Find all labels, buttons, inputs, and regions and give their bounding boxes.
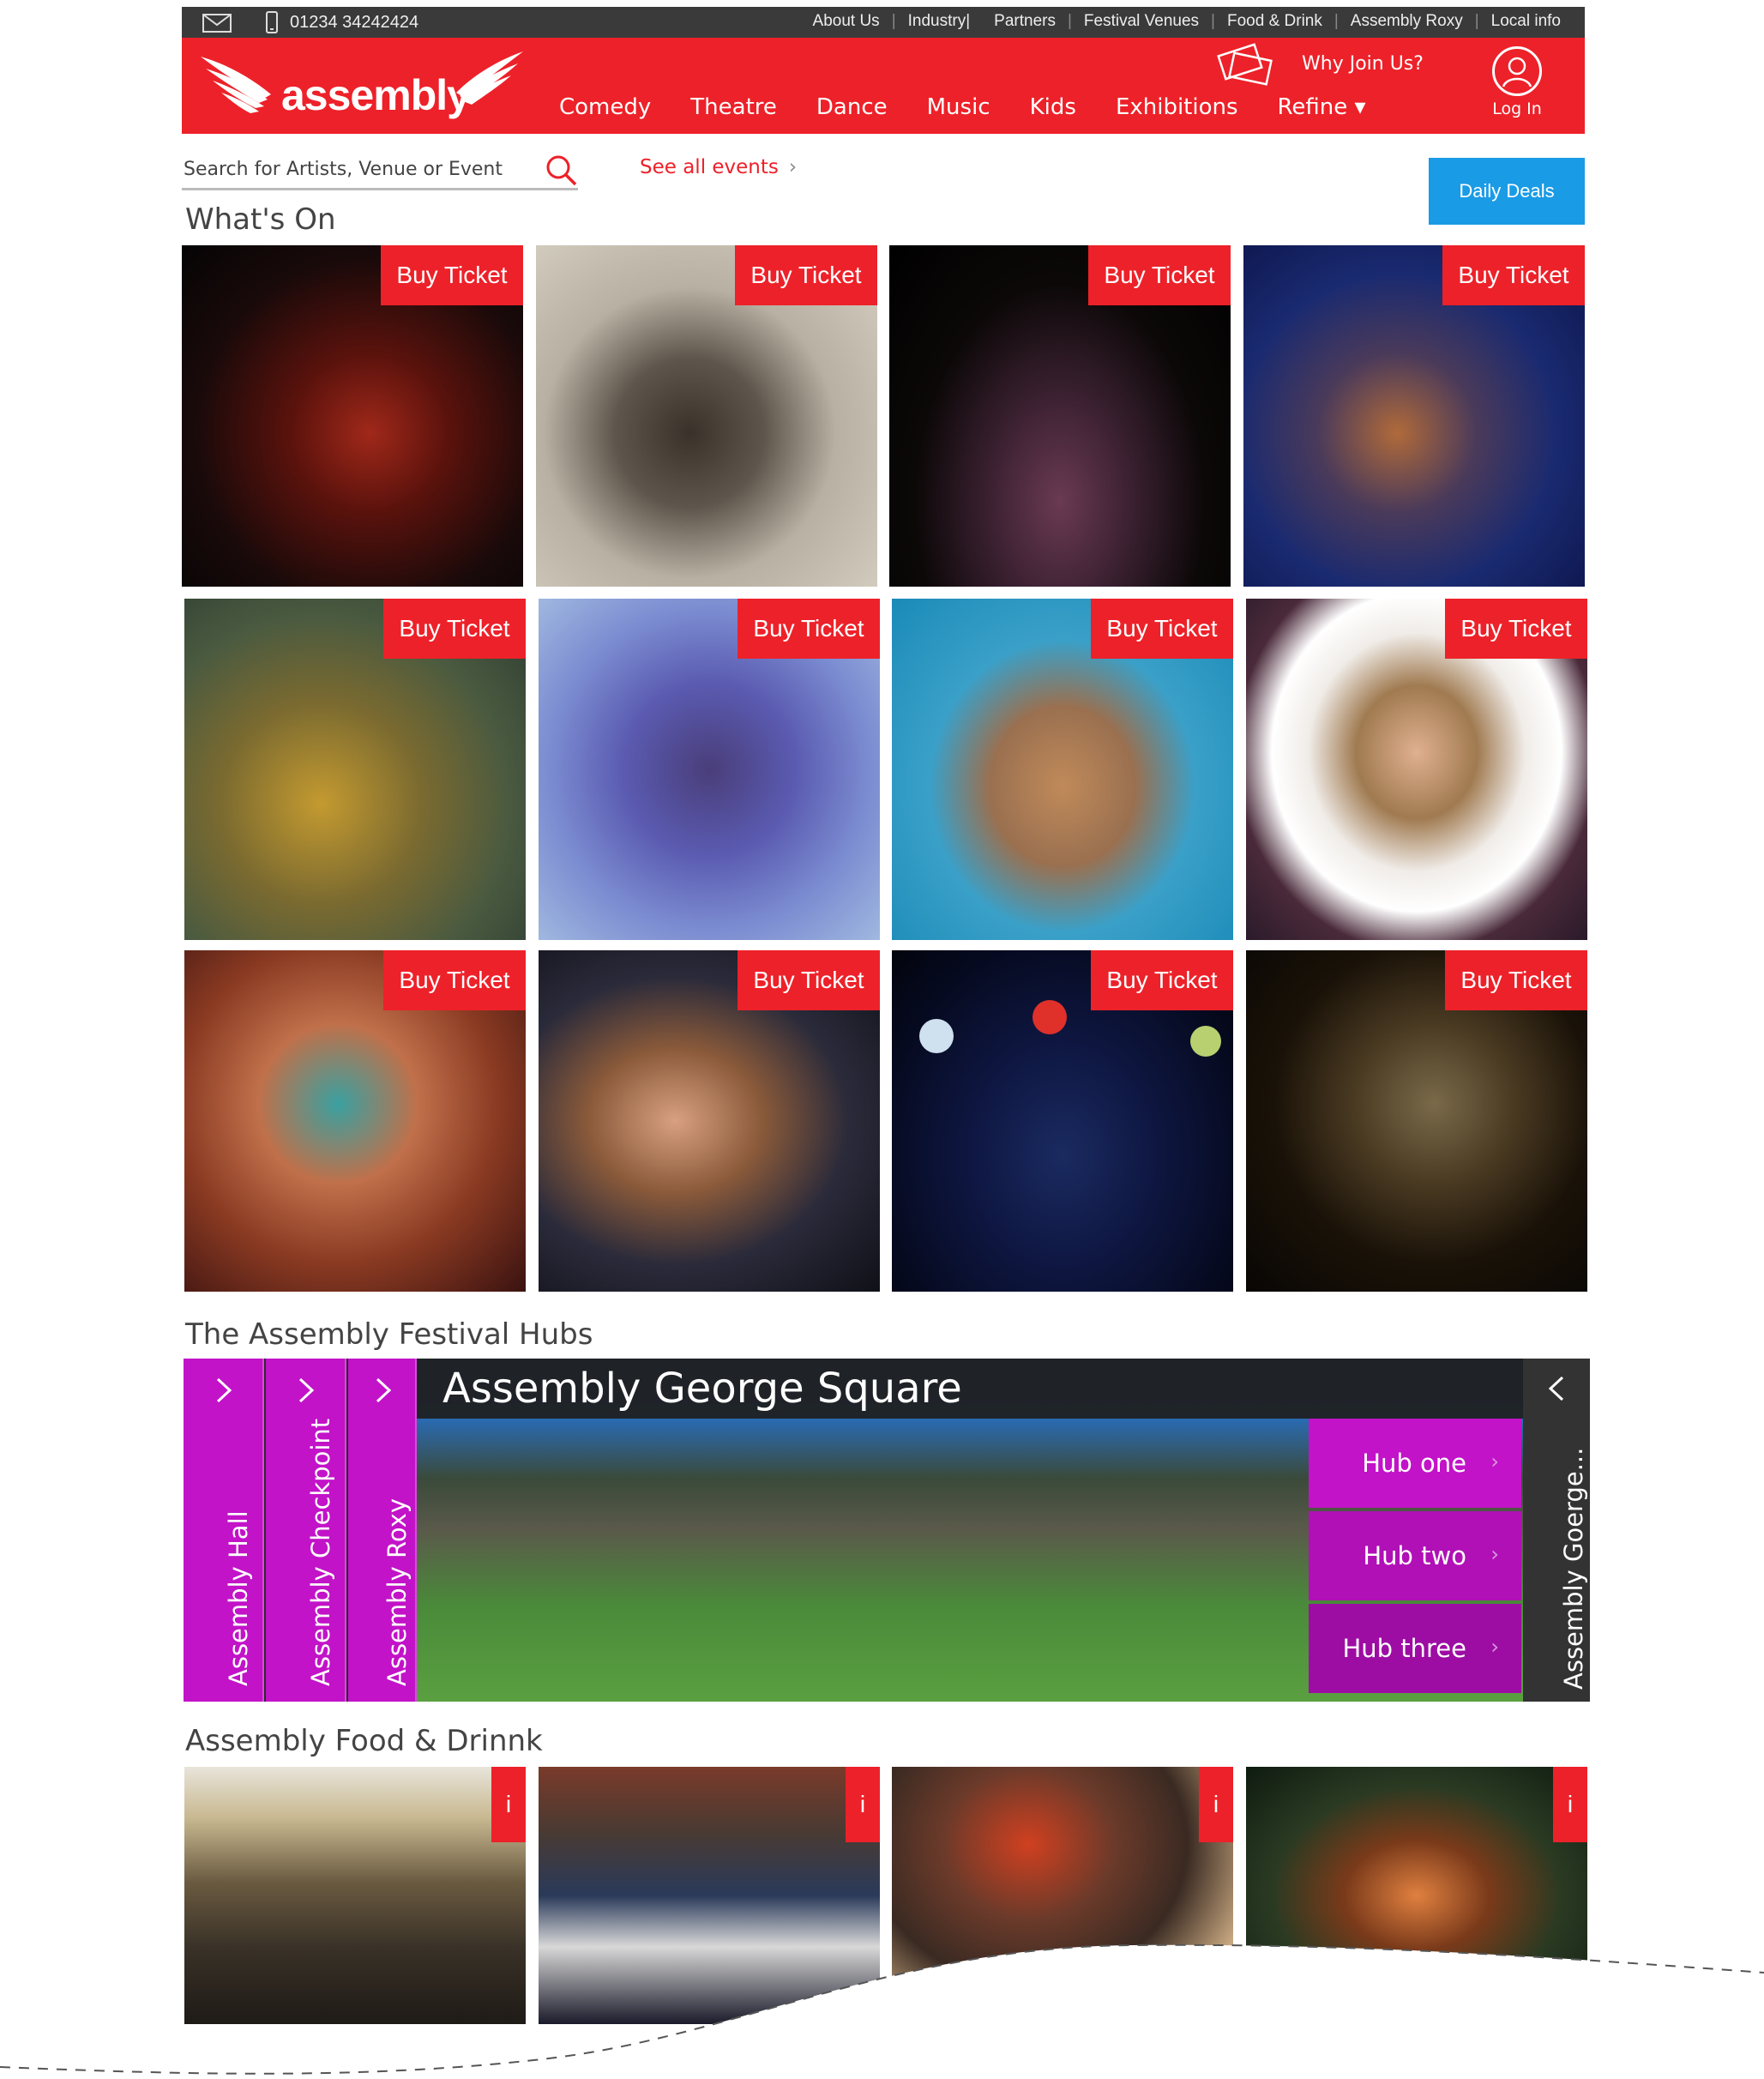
main-nav: Comedy Theatre Dance Music Kids Exhibiti… — [559, 94, 1406, 120]
event-tile[interactable]: Buy Ticket — [1243, 245, 1585, 587]
event-tile[interactable]: Buy Ticket — [889, 245, 1231, 587]
chevron-right-icon: › — [1490, 1635, 1499, 1659]
chevron-right-icon — [216, 1377, 232, 1403]
ticket-icon — [1217, 43, 1273, 86]
site-header: assembly Why Join Us? Comedy Theatre Dan… — [182, 38, 1585, 134]
nav-theatre[interactable]: Theatre — [690, 94, 777, 120]
buy-ticket-button[interactable]: Buy Ticket — [1088, 245, 1231, 305]
util-link-food[interactable]: Food & Drink — [1215, 12, 1334, 31]
food-title: Assembly Food & Drinnk — [185, 1724, 543, 1758]
hub-button-label: Hub one — [1362, 1449, 1466, 1478]
hub-one-button[interactable]: Hub one › — [1309, 1419, 1521, 1508]
event-tile[interactable]: Buy Ticket — [892, 599, 1233, 940]
chevron-right-icon — [298, 1377, 315, 1403]
search-icon[interactable] — [544, 153, 578, 187]
chevron-right-icon: › — [1490, 1449, 1499, 1473]
event-tile[interactable]: Buy Ticket — [182, 245, 523, 587]
nav-music[interactable]: Music — [927, 94, 990, 120]
torn-edge-decoration — [0, 1943, 1764, 2079]
buy-ticket-button[interactable]: Buy Ticket — [1445, 599, 1587, 659]
buy-ticket-button[interactable]: Buy Ticket — [1442, 245, 1585, 305]
festival-hubs-panel: Assembly Hall Assembly Checkpoint Assemb… — [184, 1359, 1590, 1702]
login-label: Log In — [1492, 99, 1542, 118]
event-tile[interactable]: Buy Ticket — [892, 950, 1233, 1292]
hub-button-label: Hub three — [1342, 1634, 1466, 1663]
event-tile[interactable]: Buy Ticket — [184, 950, 526, 1292]
event-tile[interactable]: Buy Ticket — [1246, 950, 1587, 1292]
buy-ticket-button[interactable]: Buy Ticket — [738, 950, 880, 1010]
buy-ticket-button[interactable]: Buy Ticket — [735, 245, 877, 305]
chevron-left-icon[interactable] — [1542, 1374, 1571, 1403]
info-icon[interactable]: i — [846, 1767, 880, 1842]
daily-deals-button[interactable]: Daily Deals — [1429, 158, 1585, 225]
buy-ticket-button[interactable]: Buy Ticket — [1445, 950, 1587, 1010]
hub-active-title: Assembly George Square — [417, 1359, 1523, 1419]
info-icon[interactable]: i — [491, 1767, 526, 1842]
hub-tab-label: Assembly Roxy — [382, 1497, 412, 1686]
see-all-events-link[interactable]: See all events › — [640, 156, 797, 178]
util-link-industry[interactable]: Industry| — [896, 12, 983, 31]
hub-tab-assembly-hall[interactable]: Assembly Hall — [184, 1359, 264, 1702]
util-link-about[interactable]: About Us — [801, 12, 892, 31]
hub-button-label: Hub two — [1363, 1541, 1466, 1570]
phone-icon — [266, 11, 278, 33]
event-tile[interactable]: Buy Ticket — [539, 950, 880, 1292]
event-tile[interactable]: Buy Ticket — [539, 599, 880, 940]
nav-comedy[interactable]: Comedy — [559, 94, 651, 120]
chevron-right-icon — [376, 1377, 392, 1403]
mail-icon[interactable] — [202, 14, 232, 33]
hub-tab-assembly-checkpoint[interactable]: Assembly Checkpoint — [266, 1359, 346, 1702]
hubs-title: The Assembly Festival Hubs — [185, 1317, 593, 1352]
info-icon[interactable]: i — [1199, 1767, 1233, 1842]
util-link-roxy[interactable]: Assembly Roxy — [1339, 12, 1475, 31]
hub-buttons: Hub one › Hub two › Hub three › — [1309, 1419, 1521, 1702]
logo[interactable]: assembly — [199, 46, 525, 119]
utility-bar: 01234 34242424 About Us | Industry| Partn… — [182, 7, 1585, 38]
nav-exhibitions[interactable]: Exhibitions — [1116, 94, 1238, 120]
hub-tab-label: Assembly Checkpoint — [306, 1418, 335, 1686]
hub-side-label: Assembly Goerge... — [1559, 1447, 1588, 1690]
util-link-partners[interactable]: Partners — [982, 12, 1068, 31]
login-button[interactable]: Log In — [1487, 46, 1547, 118]
event-tile[interactable]: Buy Ticket — [184, 599, 526, 940]
utility-nav: About Us | Industry| Partners | Festival V… — [801, 12, 1573, 31]
buy-ticket-button[interactable]: Buy Ticket — [383, 599, 526, 659]
hub-tab-assembly-roxy[interactable]: Assembly Roxy — [348, 1359, 417, 1702]
nav-refine[interactable]: Refine ▾ — [1278, 94, 1366, 120]
user-icon — [1492, 46, 1542, 96]
hub-three-button[interactable]: Hub three › — [1309, 1604, 1521, 1693]
buy-ticket-button[interactable]: Buy Ticket — [381, 245, 523, 305]
event-tile[interactable]: Buy Ticket — [536, 245, 877, 587]
logo-text: assembly — [281, 71, 471, 119]
util-link-local[interactable]: Local info — [1479, 12, 1573, 31]
info-icon[interactable]: i — [1553, 1767, 1587, 1842]
buy-ticket-button[interactable]: Buy Ticket — [383, 950, 526, 1010]
page: 01234 34242424 About Us | Industry| Partn… — [0, 0, 1764, 2079]
why-join-link[interactable]: Why Join Us? — [1302, 53, 1424, 75]
see-all-label: See all events — [640, 156, 779, 178]
chevron-right-icon: › — [1490, 1542, 1499, 1566]
hub-two-button[interactable]: Hub two › — [1309, 1511, 1521, 1600]
util-link-venues[interactable]: Festival Venues — [1072, 12, 1211, 31]
hub-tab-label: Assembly Hall — [224, 1510, 253, 1686]
hub-side-panel[interactable]: Assembly Goerge... — [1523, 1359, 1590, 1702]
buy-ticket-button[interactable]: Buy Ticket — [1091, 950, 1233, 1010]
whats-on-title: What's On — [185, 202, 336, 237]
buy-ticket-button[interactable]: Buy Ticket — [1091, 599, 1233, 659]
nav-kids[interactable]: Kids — [1030, 94, 1076, 120]
phone-number: 01234 34242424 — [290, 13, 419, 32]
search-input[interactable] — [184, 154, 527, 184]
chevron-right-icon: › — [788, 156, 798, 178]
buy-ticket-button[interactable]: Buy Ticket — [738, 599, 880, 659]
search-box — [182, 151, 578, 190]
event-tile[interactable]: Buy Ticket — [1246, 599, 1587, 940]
nav-dance[interactable]: Dance — [816, 94, 888, 120]
